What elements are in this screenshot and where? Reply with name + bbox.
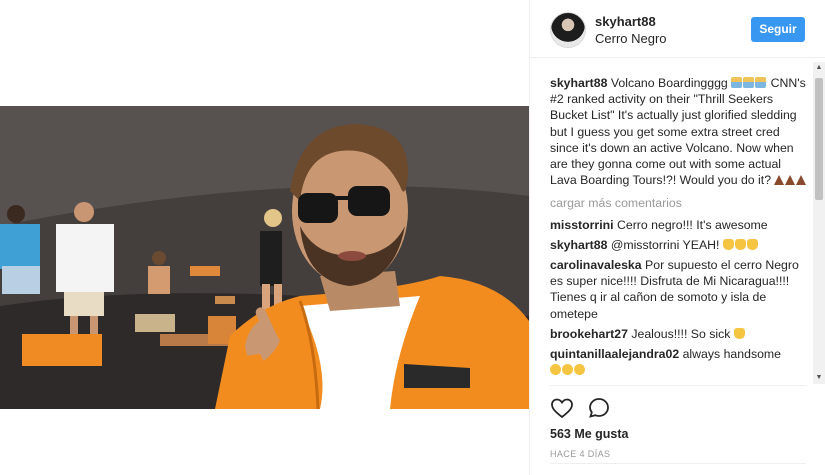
heart-icon[interactable] bbox=[550, 396, 574, 420]
post-actions: 563 Me gusta HACE 4 DÍAS bbox=[550, 385, 806, 465]
snowboarder-emoji-icon bbox=[731, 77, 743, 88]
post-photo[interactable] bbox=[0, 106, 529, 409]
post-header: skyhart88 Cerro Negro Seguir bbox=[530, 0, 825, 58]
comment-username[interactable]: quintanillaalejandra02 bbox=[550, 347, 679, 361]
scroll-down-arrow-icon[interactable]: ▼ bbox=[813, 372, 825, 384]
victory-hand-emoji-icon bbox=[746, 238, 758, 250]
comment-item: skyhart88 @misstorrini YEAH! bbox=[550, 237, 810, 253]
caption-username[interactable]: skyhart88 bbox=[550, 76, 607, 90]
scroll-up-arrow-icon[interactable]: ▲ bbox=[813, 62, 825, 74]
comments-scrollbar[interactable]: ▲ ▼ bbox=[813, 62, 825, 384]
comment-username[interactable]: misstorrini bbox=[550, 218, 614, 232]
volcano-emoji-icon bbox=[785, 175, 796, 186]
comment-item: carolinavaleska Por supuesto el cerro Ne… bbox=[550, 257, 810, 322]
author-username[interactable]: skyhart88 bbox=[595, 14, 656, 29]
follow-button[interactable]: Seguir bbox=[751, 17, 805, 42]
comment-text: Jealous!!!! So sick bbox=[627, 326, 734, 341]
smiley-emoji-icon bbox=[550, 364, 561, 376]
comment-item: brookehart27 Jealous!!!! So sick bbox=[550, 326, 810, 342]
divider bbox=[550, 463, 806, 464]
smiley-emoji-icon bbox=[562, 364, 573, 376]
comment-username[interactable]: skyhart88 bbox=[550, 238, 607, 252]
comment-text: @misstorrini YEAH! bbox=[607, 237, 723, 252]
likes-count[interactable]: 563 Me gusta bbox=[550, 427, 629, 441]
comments-list: skyhart88 Volcano Boardingggg CNN's #2 r… bbox=[550, 75, 810, 385]
caption-text-part2: CNN's #2 ranked activity on their "Thril… bbox=[550, 76, 806, 188]
victory-hand-emoji-icon bbox=[734, 238, 746, 250]
snowboarder-emoji-icon bbox=[755, 77, 767, 88]
comment-text: always handsome bbox=[679, 347, 782, 362]
selfie-illustration bbox=[0, 106, 529, 409]
post-media-area bbox=[0, 0, 529, 475]
post-timestamp: HACE 4 DÍAS bbox=[550, 449, 611, 459]
comment-item: misstorrini Cerro negro!!! It's awesome bbox=[550, 217, 810, 233]
comment-username[interactable]: brookehart27 bbox=[550, 327, 628, 341]
scrollbar-thumb[interactable] bbox=[815, 78, 823, 200]
avatar[interactable] bbox=[550, 12, 586, 48]
post-caption: skyhart88 Volcano Boardingggg CNN's #2 r… bbox=[550, 75, 810, 188]
snowboarder-emoji-icon bbox=[743, 77, 755, 88]
rock-hand-emoji-icon bbox=[733, 327, 745, 339]
smiley-emoji-icon bbox=[574, 364, 585, 376]
comment-bubble-icon[interactable] bbox=[587, 396, 611, 420]
victory-hand-emoji-icon bbox=[722, 238, 734, 250]
post-side-panel: skyhart88 Cerro Negro Seguir skyhart88 V… bbox=[529, 0, 825, 475]
load-more-comments-link[interactable]: cargar más comentarios bbox=[550, 195, 810, 211]
comment-username[interactable]: carolinavaleska bbox=[550, 258, 642, 272]
caption-text-part1: Volcano Boardingggg bbox=[607, 76, 732, 90]
post-location[interactable]: Cerro Negro bbox=[595, 31, 667, 46]
volcano-emoji-icon bbox=[796, 175, 807, 186]
comment-text: Cerro negro!!! It's awesome bbox=[613, 217, 768, 232]
volcano-emoji-icon bbox=[774, 175, 785, 186]
comment-item: quintanillaalejandra02 always handsome bbox=[550, 346, 810, 378]
